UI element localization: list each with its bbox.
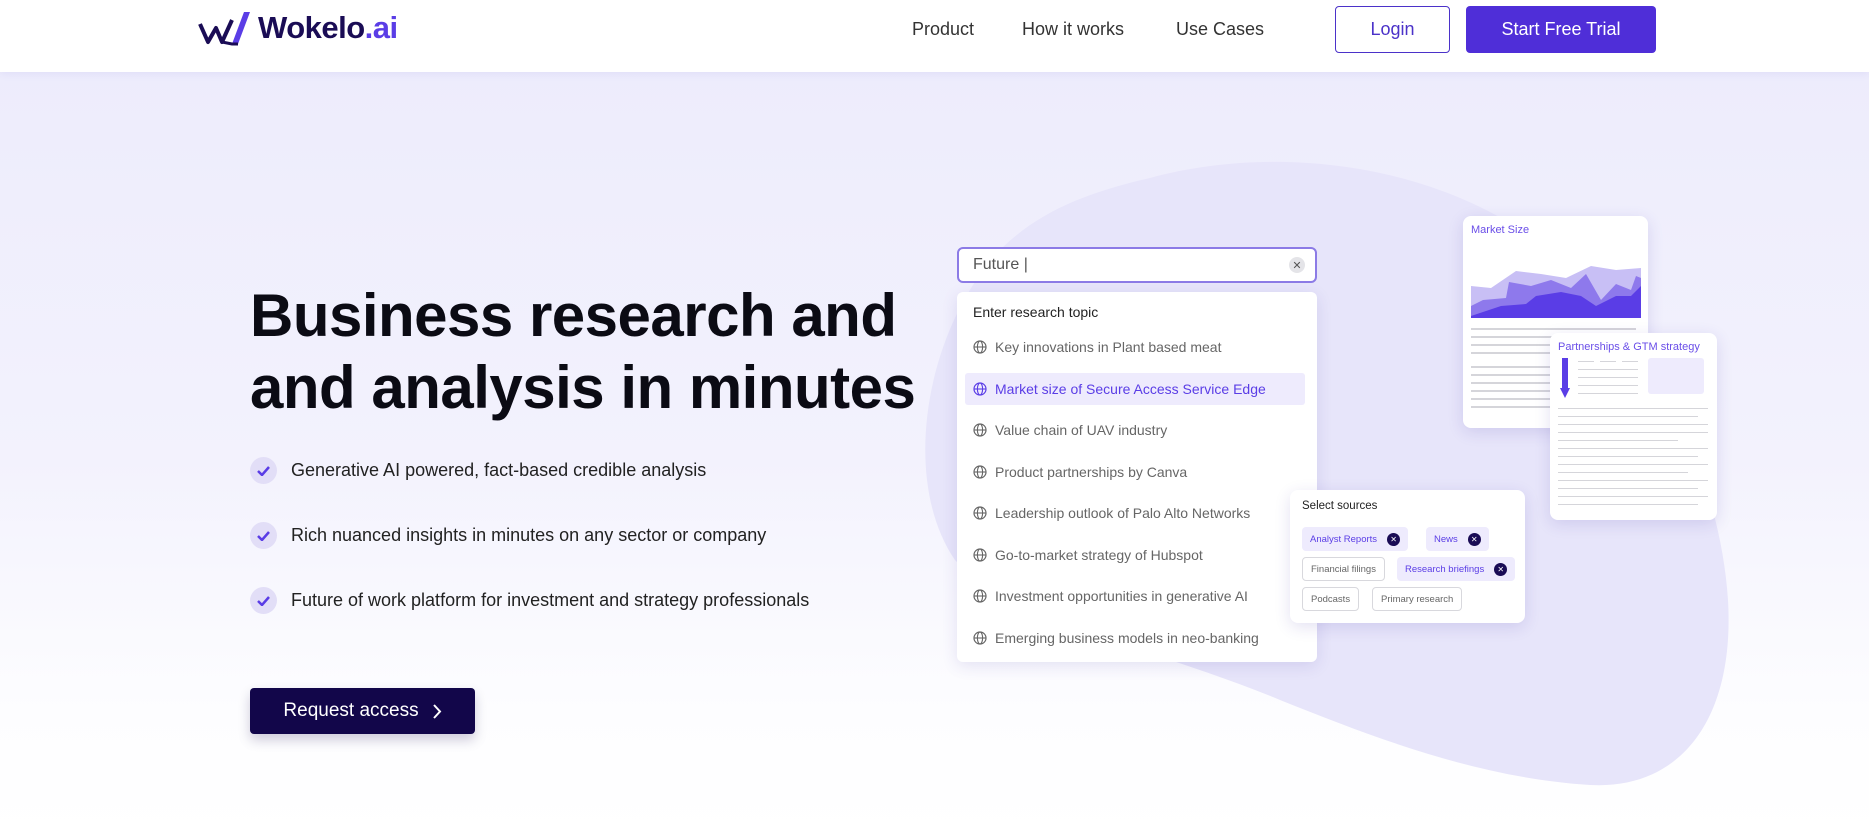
source-chip[interactable]: Primary research xyxy=(1372,587,1463,611)
remove-icon[interactable]: ✕ xyxy=(1387,532,1401,546)
source-chip[interactable]: Analyst Reports ✕ xyxy=(1302,527,1409,551)
topic-suggestion[interactable]: Product partnerships by Canva xyxy=(965,456,1305,488)
nav-product[interactable]: Product xyxy=(912,19,974,40)
partnerships-card: Partnerships & GTM strategy xyxy=(1550,333,1717,520)
suggestion-label: Leadership outlook of Palo Alto Networks xyxy=(995,505,1251,521)
suggestion-label: Investment opportunities in generative A… xyxy=(995,588,1248,604)
topic-suggestion[interactable]: Key innovations in Plant based meat xyxy=(965,331,1305,363)
request-access-button[interactable]: Request access xyxy=(250,688,475,734)
source-chip[interactable]: Podcasts xyxy=(1302,587,1360,611)
chevron-right-icon xyxy=(432,703,441,719)
source-chip[interactable]: Research briefings ✕ xyxy=(1397,557,1516,581)
chip-label: Podcasts xyxy=(1311,593,1351,605)
topic-suggestion[interactable]: Market size of Secure Access Service Edg… xyxy=(965,372,1305,405)
topic-suggestion[interactable]: Investment opportunities in generative A… xyxy=(965,580,1305,612)
feature-bullet: Rich nuanced insights in minutes on any … xyxy=(250,522,766,549)
nav-use-cases[interactable]: Use Cases xyxy=(1176,19,1264,40)
topic-suggestion[interactable]: Value chain of UAV industry xyxy=(965,414,1305,446)
globe-icon xyxy=(973,547,987,562)
chip-label: Primary research xyxy=(1381,593,1454,605)
globe-icon xyxy=(973,381,987,396)
suggestion-label: Product partnerships by Canva xyxy=(995,463,1188,480)
check-icon xyxy=(250,522,277,549)
suggestion-label: Go-to-market strategy of Hubspot xyxy=(995,546,1203,563)
suggestion-label: Emerging business models in neo-banking xyxy=(995,629,1259,646)
suggestion-label: Value chain of UAV industry xyxy=(995,422,1168,438)
globe-icon xyxy=(973,630,987,645)
logo-text: Wokelo.ai xyxy=(258,10,398,45)
chip-label: News xyxy=(1434,533,1458,545)
logo-icon xyxy=(198,12,250,46)
globe-icon xyxy=(973,589,987,603)
remove-icon[interactable]: ✕ xyxy=(1467,532,1481,546)
globe-icon xyxy=(973,340,987,354)
card-title: Partnerships & GTM strategy xyxy=(1558,341,1700,353)
area-chart xyxy=(1471,266,1641,318)
remove-icon[interactable]: ✕ xyxy=(1494,562,1508,576)
dropdown-title: Enter research topic xyxy=(973,304,1099,320)
suggestion-label: Key innovations in Plant based meat xyxy=(995,339,1222,355)
sources-title: Select sources xyxy=(1302,500,1378,512)
source-chip[interactable]: News ✕ xyxy=(1426,527,1489,551)
check-icon xyxy=(250,457,277,484)
feature-bullet: Future of work platform for investment a… xyxy=(250,587,809,614)
chip-label: Financial filings xyxy=(1311,563,1376,575)
globe-icon xyxy=(973,423,987,437)
source-chip[interactable]: Financial filings xyxy=(1302,557,1385,581)
suggestion-label: Market size of Secure Access Service Edg… xyxy=(995,380,1266,397)
select-sources-card: Select sources Analyst Reports ✕ News ✕ Fina… xyxy=(1290,490,1525,623)
hero-headline: Business research and and analysis in mi… xyxy=(250,282,916,421)
topic-dropdown: Enter research topic Key innovations in … xyxy=(957,292,1317,662)
feature-bullet: Generative AI powered, fact-based credib… xyxy=(250,457,706,484)
topic-suggestion[interactable]: Go-to-market strategy of Hubspot xyxy=(965,539,1305,571)
check-icon xyxy=(250,587,277,614)
topic-suggestion[interactable]: Leadership outlook of Palo Alto Networks xyxy=(965,497,1305,529)
logo[interactable]: Wokelo.ai xyxy=(198,10,398,46)
clear-icon[interactable]: ✕ xyxy=(1289,257,1305,273)
header: Wokelo.ai Product How it works Use Cases… xyxy=(0,0,1869,72)
globe-icon xyxy=(973,464,987,479)
login-button[interactable]: Login xyxy=(1335,6,1450,53)
chip-label: Analyst Reports xyxy=(1310,533,1378,545)
globe-icon xyxy=(973,506,987,520)
nav-how-it-works[interactable]: How it works xyxy=(1022,19,1124,40)
arrow-down-icon xyxy=(1560,358,1570,398)
chip-label: Research briefings xyxy=(1405,563,1485,575)
research-topic-input[interactable]: Future | ✕ xyxy=(957,247,1317,283)
card-title: Market Size xyxy=(1471,224,1530,236)
topic-suggestion[interactable]: Emerging business models in neo-banking xyxy=(965,622,1305,654)
start-free-trial-button[interactable]: Start Free Trial xyxy=(1466,6,1656,53)
